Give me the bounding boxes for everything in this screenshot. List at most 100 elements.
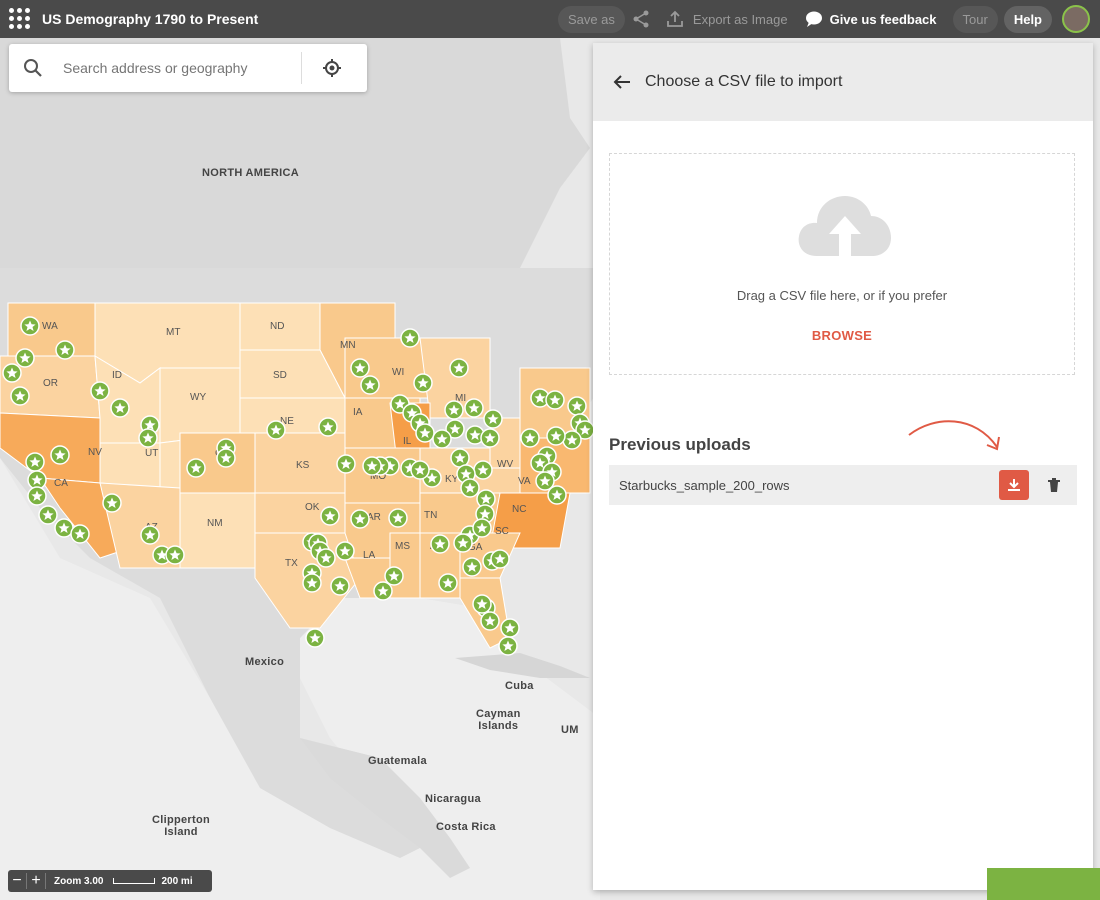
store-marker[interactable] [138, 428, 158, 448]
store-marker[interactable] [110, 398, 130, 418]
store-marker[interactable] [2, 363, 22, 383]
store-marker[interactable] [545, 390, 565, 410]
save-as-button[interactable]: Save as [557, 5, 625, 33]
help-button[interactable]: Help [1003, 5, 1052, 33]
store-marker[interactable] [318, 417, 338, 437]
share-icon[interactable] [631, 9, 651, 29]
state-label-ks: KS [296, 460, 310, 471]
back-arrow-icon[interactable] [611, 71, 633, 93]
store-marker[interactable] [27, 486, 47, 506]
store-marker[interactable] [336, 454, 356, 474]
zoom-out-button[interactable]: − [8, 872, 26, 890]
scale-bar [113, 878, 156, 884]
zoom-in-button[interactable]: + [27, 872, 45, 890]
store-marker[interactable] [460, 478, 480, 498]
csv-drop-zone[interactable]: Drag a CSV file here, or if you prefer B… [609, 153, 1075, 375]
trash-icon[interactable] [1045, 476, 1063, 494]
download-icon[interactable] [999, 470, 1029, 500]
state-label-nm: NM [207, 518, 223, 529]
state-label-id: ID [112, 370, 122, 381]
app-grid-icon[interactable] [9, 8, 31, 30]
label-costa-rica: Costa Rica [436, 821, 496, 833]
panel-header: Choose a CSV file to import [593, 43, 1093, 121]
label-clipperton: Clipperton Island [152, 814, 210, 838]
store-marker[interactable] [472, 518, 492, 538]
store-marker[interactable] [360, 375, 380, 395]
previous-uploads-title: Previous uploads [609, 435, 751, 454]
store-marker[interactable] [90, 381, 110, 401]
store-marker[interactable] [480, 611, 500, 631]
search-icon [23, 58, 43, 78]
search-input[interactable] [61, 59, 295, 77]
store-marker[interactable] [453, 533, 473, 553]
state-label-wa: WA [42, 321, 58, 332]
store-marker[interactable] [432, 429, 452, 449]
store-marker[interactable] [186, 458, 206, 478]
store-marker[interactable] [305, 628, 325, 648]
store-marker[interactable] [388, 508, 408, 528]
store-marker[interactable] [10, 386, 30, 406]
locate-icon[interactable] [302, 44, 362, 92]
state-label-ms: MS [395, 541, 410, 552]
export-image-button[interactable]: Export as Image [689, 6, 798, 33]
store-marker[interactable] [400, 328, 420, 348]
curved-arrow-icon [905, 417, 1005, 472]
store-marker[interactable] [483, 409, 503, 429]
top-bar: US Demography 1790 to Present Save as Ex… [0, 0, 1100, 38]
state-label-nv: NV [88, 447, 102, 458]
store-marker[interactable] [462, 557, 482, 577]
store-marker[interactable] [546, 426, 566, 446]
browse-button[interactable]: BROWSE [610, 328, 1074, 343]
store-marker[interactable] [216, 448, 236, 468]
state-label-ok: OK [305, 502, 320, 513]
import-panel: Choose a CSV file to import Drag a CSV f… [593, 43, 1093, 890]
store-marker[interactable] [350, 509, 370, 529]
store-marker[interactable] [473, 460, 493, 480]
store-marker[interactable] [449, 358, 469, 378]
store-marker[interactable] [140, 525, 160, 545]
store-marker[interactable] [50, 445, 70, 465]
zoom-level: Zoom 3.00 [54, 875, 104, 887]
store-marker[interactable] [373, 581, 393, 601]
store-marker[interactable] [302, 573, 322, 593]
state-label-mt: MT [166, 327, 181, 338]
panel-title: Choose a CSV file to import [645, 73, 843, 90]
store-marker[interactable] [490, 549, 510, 569]
avatar[interactable] [1062, 5, 1090, 33]
store-marker[interactable] [464, 398, 484, 418]
store-marker[interactable] [547, 485, 567, 505]
store-marker[interactable] [500, 618, 520, 638]
feedback-button[interactable]: Give us feedback [828, 6, 947, 33]
store-marker[interactable] [498, 636, 518, 656]
store-marker[interactable] [362, 456, 382, 476]
corner-tab[interactable] [987, 868, 1100, 900]
store-marker[interactable] [335, 541, 355, 561]
store-marker[interactable] [320, 506, 340, 526]
store-marker[interactable] [444, 400, 464, 420]
store-marker[interactable] [480, 428, 500, 448]
store-marker[interactable] [102, 493, 122, 513]
label-mexico: Mexico [245, 656, 285, 668]
label-guatemala: Guatemala [368, 755, 427, 767]
state-label-nc: NC [512, 504, 527, 515]
store-marker[interactable] [266, 420, 286, 440]
state-label-wi: WI [392, 367, 405, 378]
store-marker[interactable] [430, 534, 450, 554]
export-icon[interactable] [665, 9, 685, 29]
state-label-or: OR [43, 378, 58, 389]
store-marker[interactable] [55, 340, 75, 360]
store-marker[interactable] [165, 545, 185, 565]
store-marker[interactable] [520, 428, 540, 448]
store-marker[interactable] [330, 576, 350, 596]
feedback-icon[interactable] [804, 9, 824, 29]
store-marker[interactable] [25, 452, 45, 472]
upload-file-name: Starbucks_sample_200_rows [619, 477, 790, 493]
store-marker[interactable] [410, 460, 430, 480]
label-north-america: NORTH AMERICA [202, 167, 299, 179]
store-marker[interactable] [70, 524, 90, 544]
store-marker[interactable] [438, 573, 458, 593]
tour-button[interactable]: Tour [952, 5, 998, 33]
store-marker[interactable] [20, 316, 40, 336]
state-label-il: IL [403, 436, 412, 447]
store-marker[interactable] [413, 373, 433, 393]
